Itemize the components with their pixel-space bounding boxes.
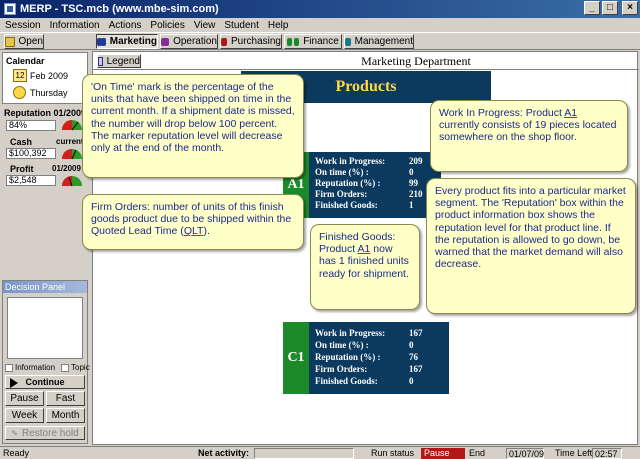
tab-operation[interactable]: Operation — [160, 34, 218, 49]
calendar-icon: 12 — [13, 69, 27, 82]
a1-wip: 209 — [409, 156, 423, 166]
profit-gauge-icon — [62, 176, 82, 187]
firm-orders-callout: Firm Orders: number of units of this fin… — [82, 194, 304, 250]
binoculars-purple-icon — [161, 37, 170, 47]
tab-purchasing[interactable]: Purchasing — [220, 34, 282, 49]
restore-icon: ✎ — [11, 428, 18, 438]
run-status-label: Run status — [371, 448, 415, 458]
menu-actions[interactable]: Actions — [109, 20, 142, 31]
menu-view[interactable]: View — [194, 20, 216, 31]
tab-marketing[interactable]: Marketing — [96, 34, 158, 49]
cash-gauge-icon — [62, 149, 82, 160]
status-sidebar: Calendar 12 Feb 2009 Thursday Reputation… — [2, 52, 88, 278]
toolbar: Open Marketing Operation Purchasing Fina… — [0, 32, 640, 50]
reputation-gauge-icon — [62, 120, 82, 131]
run-status-value: Pause — [421, 448, 465, 459]
c1-finished-goods: 0 — [409, 376, 414, 386]
menu-policies[interactable]: Policies — [150, 20, 184, 31]
decision-list[interactable] — [7, 297, 83, 359]
time-left-label: Time Left — [555, 448, 593, 458]
calendar-label: Calendar — [6, 56, 45, 66]
window-title: MERP - TSC.mcb (www.mbe-sim.com) — [20, 3, 219, 15]
wip-callout: Work In Progress: Product A1 currently c… — [430, 100, 628, 172]
minimize-button[interactable]: _ — [584, 1, 600, 15]
decision-panel: Decision Panel Information Topic Continu… — [2, 280, 90, 444]
close-button[interactable]: × — [622, 1, 638, 15]
information-checkbox[interactable] — [5, 363, 13, 372]
tab-management[interactable]: Management — [344, 34, 414, 49]
pause-button[interactable]: Pause — [5, 391, 44, 406]
c1-reputation: 76 — [409, 352, 418, 362]
binoculars-red-icon — [221, 37, 227, 47]
segment-callout: Every product fits into a particular mar… — [426, 178, 636, 314]
menu-help[interactable]: Help — [268, 20, 289, 31]
information-label: Information — [15, 363, 56, 372]
product-a1-info[interactable]: Work in Progress: 209 On time (%) :0 Repu… — [309, 152, 441, 218]
restore-hold-button[interactable]: ✎ Restore hold — [5, 426, 85, 440]
product-c1-info[interactable]: Work in Progress: 167 On time (%) :0 Repu… — [309, 322, 449, 394]
cash-value: $100,392 — [6, 148, 56, 159]
calendar-panel: Calendar 12 Feb 2009 Thursday — [2, 52, 88, 104]
fast-button[interactable]: Fast — [46, 391, 85, 406]
a1-ontime: 0 — [409, 167, 414, 177]
profit-value: $2,548 — [6, 175, 56, 186]
c1-wip: 167 — [409, 328, 423, 338]
menu-information[interactable]: Information — [50, 20, 100, 31]
c1-firm-orders: 167 — [409, 364, 423, 374]
net-activity-label: Net activity: — [198, 448, 250, 458]
a1-finished-goods: 1 — [409, 200, 414, 210]
folder-icon — [5, 36, 15, 47]
open-button[interactable]: Open — [4, 34, 44, 49]
status-ready: Ready — [3, 448, 30, 458]
topic-label: Topic — [71, 363, 90, 372]
week-button[interactable]: Week — [5, 408, 44, 423]
maximize-button[interactable]: □ — [602, 1, 618, 15]
app-icon — [4, 3, 16, 15]
binoculars-green-icon — [287, 37, 300, 47]
binoculars-teal-icon — [345, 37, 351, 47]
finished-goods-callout: Finished Goods: Product A1 now has 1 fin… — [310, 224, 420, 310]
a1-firm-orders: 210 — [409, 189, 423, 199]
decision-panel-title: Decision Panel — [3, 281, 87, 293]
reputation-value: 84% — [6, 120, 56, 131]
month-button[interactable]: Month — [46, 408, 85, 423]
menu-student[interactable]: Student — [224, 20, 258, 31]
department-title: Marketing Department — [361, 54, 471, 68]
topic-checkbox[interactable] — [61, 363, 70, 372]
menu-bar: Session Information Actions Policies Vie… — [0, 18, 640, 32]
binoculars-blue-icon — [97, 37, 106, 47]
product-c1-tag[interactable]: C1 — [283, 322, 309, 394]
calendar-weekday: Thursday — [30, 88, 68, 98]
end-label: End — [469, 448, 486, 458]
clock-icon — [13, 86, 26, 99]
end-date: 01/07/09 — [506, 448, 544, 459]
play-icon — [10, 378, 18, 388]
continue-button[interactable]: Continue — [5, 375, 85, 389]
tab-finance[interactable]: Finance — [284, 34, 342, 49]
ontime-callout: 'On Time' mark is the percentage of the … — [82, 74, 304, 178]
c1-ontime: 0 — [409, 340, 414, 350]
a1-reputation: 99 — [409, 178, 418, 188]
status-bar: Ready Net activity: Run status Pause End… — [0, 446, 640, 459]
menu-session[interactable]: Session — [5, 20, 41, 31]
calendar-date: Feb 2009 — [30, 71, 69, 81]
profit-label: Profit — [10, 164, 34, 174]
time-left-value: 02:57 — [592, 448, 622, 459]
cash-label: Cash — [10, 137, 33, 147]
net-activity-bar — [254, 448, 354, 459]
title-bar: MERP - TSC.mcb (www.mbe-sim.com) _ □ × — [0, 0, 640, 18]
